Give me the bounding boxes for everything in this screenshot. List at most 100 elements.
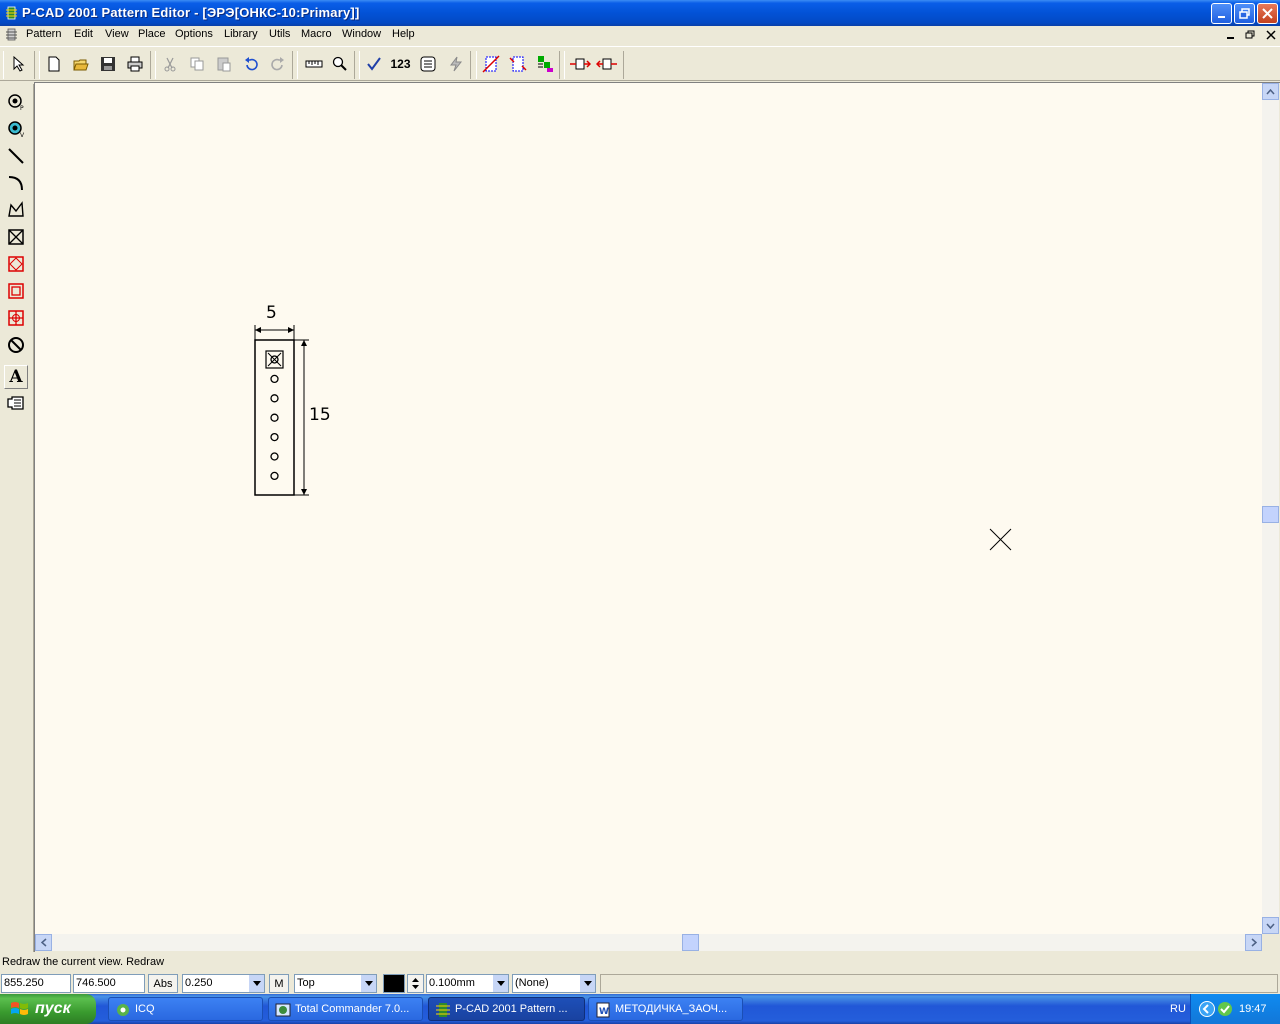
tool-place-copper[interactable] <box>4 279 28 303</box>
save-pattern-button[interactable] <box>505 51 530 76</box>
menu-library[interactable]: Library <box>224 28 258 40</box>
color-spinner[interactable] <box>407 974 424 993</box>
restore-button[interactable] <box>1234 3 1255 24</box>
m-toggle-button[interactable]: M <box>269 974 289 993</box>
design-rule-button[interactable] <box>443 51 468 76</box>
task-icq[interactable]: ICQ <box>108 997 263 1021</box>
pad-4[interactable] <box>270 413 279 422</box>
select-button[interactable] <box>6 51 31 76</box>
task-word-document[interactable]: W МЕТОДИЧКА_ЗАОЧ... <box>588 997 743 1021</box>
menu-options[interactable]: Options <box>175 28 213 40</box>
copy-button[interactable] <box>184 51 209 76</box>
scroll-up-button[interactable] <box>1262 83 1279 100</box>
placement-toolbox: P V A <box>0 84 34 952</box>
print-button[interactable] <box>122 51 147 76</box>
x-coordinate-field[interactable]: 855.250 <box>1 974 71 993</box>
pad-styles-button[interactable] <box>415 51 440 76</box>
menu-edit[interactable]: Edit <box>74 28 93 40</box>
tool-place-line[interactable] <box>4 144 28 168</box>
cut-button[interactable] <box>157 51 182 76</box>
minimize-button[interactable] <box>1211 3 1232 24</box>
pattern-wizard-button[interactable] <box>478 51 503 76</box>
y-coordinate-field[interactable]: 746.500 <box>73 974 145 993</box>
component-icon <box>537 55 553 72</box>
mdi-close-button[interactable] <box>1264 28 1278 41</box>
net-select[interactable]: (None) <box>512 974 596 993</box>
network-shield-icon[interactable] <box>1217 1001 1233 1017</box>
open-folder-icon <box>72 59 89 70</box>
zoom-button[interactable] <box>327 51 352 76</box>
redo-button[interactable] <box>265 51 290 76</box>
scroll-down-button[interactable] <box>1262 917 1279 934</box>
menu-help[interactable]: Help <box>392 28 415 40</box>
tool-place-via[interactable]: V <box>4 117 28 141</box>
save-button[interactable] <box>95 51 120 76</box>
chevron-left-icon <box>40 938 46 947</box>
tool-place-prohibit[interactable] <box>4 333 28 357</box>
chevron-right-icon <box>1251 938 1257 947</box>
tool-place-pad[interactable]: P <box>4 90 28 114</box>
vertical-scrollbar[interactable] <box>1262 83 1279 934</box>
new-button[interactable] <box>41 51 66 76</box>
menu-window[interactable]: Window <box>342 28 381 40</box>
tool-place-text[interactable]: A <box>4 365 28 389</box>
vertical-scroll-thumb[interactable] <box>1262 506 1279 523</box>
measure-button[interactable] <box>301 51 326 76</box>
mdi-minimize-button[interactable] <box>1224 28 1238 41</box>
horizontal-scroll-thumb[interactable] <box>682 934 699 951</box>
pattern-wizard-icon <box>481 54 500 73</box>
layer-select[interactable]: Top <box>294 974 377 993</box>
pad-2[interactable] <box>270 374 279 384</box>
horizontal-scrollbar[interactable] <box>35 934 1262 951</box>
tool-place-attribute[interactable] <box>4 392 28 416</box>
prev-pattern-button[interactable] <box>594 51 619 76</box>
menu-utils[interactable]: Utils <box>269 28 290 40</box>
tray-expand-button[interactable] <box>1199 1001 1215 1017</box>
menu-pattern[interactable]: Pattern <box>26 28 61 40</box>
tool-place-arc[interactable] <box>4 171 28 195</box>
document-icon[interactable] <box>5 28 18 41</box>
next-pattern-button[interactable] <box>567 51 592 76</box>
pad-7[interactable] <box>270 471 279 481</box>
lightning-icon <box>449 56 462 71</box>
menu-view[interactable]: View <box>105 28 129 40</box>
layer-value: Top <box>297 977 315 989</box>
scroll-right-button[interactable] <box>1245 934 1262 951</box>
drawing-canvas[interactable]: 5 15 <box>35 83 1262 934</box>
component-button[interactable] <box>532 51 557 76</box>
scroll-left-button[interactable] <box>35 934 52 951</box>
start-button[interactable]: пуск <box>0 994 96 1024</box>
line-width-select[interactable]: 0.100mm <box>426 974 509 993</box>
task-pcad[interactable]: P-CAD 2001 Pattern ... <box>428 997 585 1021</box>
tool-place-plane[interactable] <box>4 306 28 330</box>
tool-place-polygon[interactable] <box>4 198 28 222</box>
pad-5[interactable] <box>270 432 279 442</box>
pad-target-icon: P <box>8 94 24 111</box>
verify-button[interactable] <box>361 51 386 76</box>
pcad-app-icon[interactable] <box>5 6 18 20</box>
menu-place[interactable]: Place <box>138 28 166 40</box>
chevron-down-icon <box>249 975 264 992</box>
tool-place-cutout[interactable] <box>4 225 28 249</box>
language-indicator[interactable]: RU <box>1170 1003 1186 1015</box>
grid-select[interactable]: 0.250 <box>182 974 265 993</box>
pattern-drawing <box>254 325 1012 551</box>
task-label: Total Commander 7.0... <box>295 1003 410 1015</box>
svg-text:P: P <box>20 105 24 111</box>
task-total-commander[interactable]: Total Commander 7.0... <box>268 997 423 1021</box>
paste-button[interactable] <box>211 51 236 76</box>
pad-3[interactable] <box>270 394 279 403</box>
open-button[interactable] <box>68 51 93 76</box>
layer-color-swatch[interactable] <box>383 974 405 993</box>
width-arrow-left <box>255 327 261 333</box>
undo-button[interactable] <box>238 51 263 76</box>
pad-6[interactable] <box>270 452 279 461</box>
chevron-down-icon <box>493 975 508 992</box>
menu-macro[interactable]: Macro <box>301 28 332 40</box>
new-file-icon <box>48 56 59 71</box>
abs-toggle-button[interactable]: Abs <box>148 974 178 993</box>
close-button[interactable] <box>1257 3 1278 24</box>
tool-place-keepout[interactable] <box>4 252 28 276</box>
mdi-restore-button[interactable] <box>1243 28 1257 41</box>
renumber-button[interactable]: 123 <box>388 51 413 76</box>
